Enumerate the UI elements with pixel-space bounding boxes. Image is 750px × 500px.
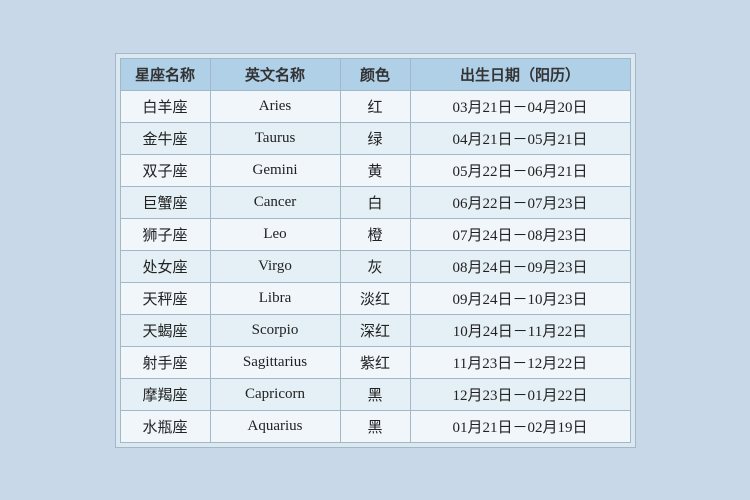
header-date: 出生日期（阳历） — [410, 58, 630, 90]
header-color: 颜色 — [340, 58, 410, 90]
cell-date: 12月23日－01月22日 — [410, 378, 630, 410]
cell-english: Libra — [210, 282, 340, 314]
cell-date: 01月21日－02月19日 — [410, 410, 630, 442]
table-row: 摩羯座Capricorn黑12月23日－01月22日 — [120, 378, 630, 410]
table-row: 天秤座Libra淡红09月24日－10月23日 — [120, 282, 630, 314]
header-chinese: 星座名称 — [120, 58, 210, 90]
cell-color: 白 — [340, 186, 410, 218]
table-row: 金牛座Taurus绿04月21日－05月21日 — [120, 122, 630, 154]
cell-chinese: 射手座 — [120, 346, 210, 378]
cell-chinese: 处女座 — [120, 250, 210, 282]
table-row: 双子座Gemini黄05月22日－06月21日 — [120, 154, 630, 186]
cell-english: Capricorn — [210, 378, 340, 410]
cell-color: 橙 — [340, 218, 410, 250]
cell-color: 紫红 — [340, 346, 410, 378]
cell-english: Cancer — [210, 186, 340, 218]
table-row: 处女座Virgo灰08月24日－09月23日 — [120, 250, 630, 282]
cell-chinese: 水瓶座 — [120, 410, 210, 442]
cell-english: Scorpio — [210, 314, 340, 346]
cell-color: 灰 — [340, 250, 410, 282]
cell-chinese: 巨蟹座 — [120, 186, 210, 218]
cell-color: 淡红 — [340, 282, 410, 314]
cell-color: 红 — [340, 90, 410, 122]
cell-chinese: 摩羯座 — [120, 378, 210, 410]
cell-english: Leo — [210, 218, 340, 250]
cell-chinese: 天秤座 — [120, 282, 210, 314]
cell-date: 11月23日－12月22日 — [410, 346, 630, 378]
cell-date: 05月22日－06月21日 — [410, 154, 630, 186]
cell-date: 03月21日－04月20日 — [410, 90, 630, 122]
cell-english: Sagittarius — [210, 346, 340, 378]
cell-date: 06月22日－07月23日 — [410, 186, 630, 218]
cell-date: 08月24日－09月23日 — [410, 250, 630, 282]
cell-english: Aquarius — [210, 410, 340, 442]
zodiac-table-container: 星座名称 英文名称 颜色 出生日期（阳历） 白羊座Aries红03月21日－04… — [115, 53, 636, 448]
table-row: 天蝎座Scorpio深红10月24日－11月22日 — [120, 314, 630, 346]
cell-english: Aries — [210, 90, 340, 122]
cell-chinese: 金牛座 — [120, 122, 210, 154]
cell-english: Virgo — [210, 250, 340, 282]
table-row: 水瓶座Aquarius黑01月21日－02月19日 — [120, 410, 630, 442]
cell-date: 10月24日－11月22日 — [410, 314, 630, 346]
table-body: 白羊座Aries红03月21日－04月20日金牛座Taurus绿04月21日－0… — [120, 90, 630, 442]
table-row: 射手座Sagittarius紫红11月23日－12月22日 — [120, 346, 630, 378]
cell-color: 黄 — [340, 154, 410, 186]
cell-english: Gemini — [210, 154, 340, 186]
cell-date: 07月24日－08月23日 — [410, 218, 630, 250]
table-row: 白羊座Aries红03月21日－04月20日 — [120, 90, 630, 122]
cell-color: 深红 — [340, 314, 410, 346]
cell-chinese: 白羊座 — [120, 90, 210, 122]
table-row: 巨蟹座Cancer白06月22日－07月23日 — [120, 186, 630, 218]
cell-chinese: 双子座 — [120, 154, 210, 186]
cell-color: 黑 — [340, 378, 410, 410]
table-row: 狮子座Leo橙07月24日－08月23日 — [120, 218, 630, 250]
cell-date: 04月21日－05月21日 — [410, 122, 630, 154]
cell-color: 黑 — [340, 410, 410, 442]
cell-color: 绿 — [340, 122, 410, 154]
cell-chinese: 狮子座 — [120, 218, 210, 250]
table-header-row: 星座名称 英文名称 颜色 出生日期（阳历） — [120, 58, 630, 90]
cell-english: Taurus — [210, 122, 340, 154]
cell-date: 09月24日－10月23日 — [410, 282, 630, 314]
cell-chinese: 天蝎座 — [120, 314, 210, 346]
zodiac-table: 星座名称 英文名称 颜色 出生日期（阳历） 白羊座Aries红03月21日－04… — [120, 58, 631, 443]
header-english: 英文名称 — [210, 58, 340, 90]
